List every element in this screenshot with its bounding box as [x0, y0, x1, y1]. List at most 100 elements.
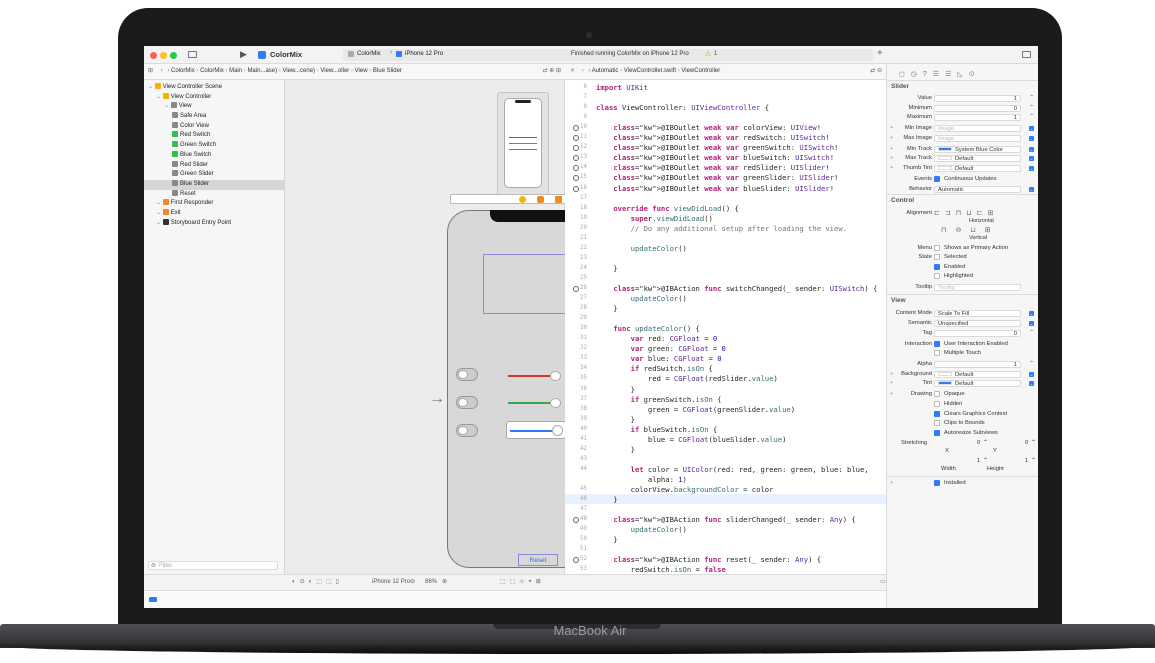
add-library-button[interactable]: + — [877, 48, 883, 59]
popup-field[interactable]: Tooltip — [934, 284, 1021, 292]
popup-arrow-icon[interactable]: ⌄ — [1029, 321, 1034, 326]
disclosure-icon[interactable]: ⌄ — [164, 103, 171, 109]
red-slider[interactable] — [508, 370, 564, 382]
outline-item[interactable]: ⌄ View Controller — [144, 92, 284, 103]
add-variation-icon[interactable]: + — [890, 154, 893, 163]
connection-icon[interactable] — [573, 286, 579, 292]
popup-arrow-icon[interactable]: ⌄ — [1029, 371, 1034, 377]
outline-item[interactable]: Safe Area — [144, 112, 284, 122]
add-variation-icon[interactable]: + — [890, 134, 893, 143]
stepper-icon[interactable]: ⌃ — [1029, 94, 1034, 103]
popup-field[interactable]: Automatic — [934, 185, 1021, 193]
color-popup[interactable]: Default — [934, 380, 1021, 388]
add-variation-icon[interactable]: + — [890, 124, 893, 133]
breadcrumb-item[interactable]: Blue Slider — [373, 68, 402, 74]
vertical-alignment-icons[interactable]: ⊓⊖⊔⊞ — [941, 226, 1000, 234]
checkbox[interactable] — [934, 410, 940, 417]
connection-icon[interactable] — [573, 125, 579, 132]
outline-item[interactable]: ⌄ View Controller Scene — [144, 83, 284, 93]
checkbox[interactable] — [934, 401, 940, 407]
stepper-icon[interactable]: ⌃ — [1029, 329, 1034, 338]
zoom-out-icon[interactable]: ⊖ — [410, 578, 415, 585]
blue-slider[interactable] — [506, 421, 566, 439]
popup-arrow-icon[interactable]: ⌄ — [1029, 186, 1034, 192]
checkbox[interactable] — [934, 254, 940, 261]
outline-item[interactable]: ⌄ First Responder — [144, 199, 284, 209]
number-field[interactable]: 1 — [1025, 458, 1028, 464]
code-breadcrumb-item[interactable]: ViewController.swift — [624, 68, 676, 74]
disclosure-icon[interactable]: ⌄ — [148, 84, 155, 90]
number-field[interactable]: 0 — [1025, 440, 1028, 446]
checkbox[interactable] — [934, 350, 940, 357]
checkbox[interactable] — [934, 244, 940, 251]
destination[interactable]: iPhone 12 Pro — [405, 51, 443, 57]
outline-item[interactable]: Green Slider — [144, 170, 284, 180]
filter-field[interactable]: ⊜ Filter — [148, 561, 278, 570]
minimize-button[interactable] — [160, 52, 167, 59]
popup-arrow-icon[interactable]: ⌄ — [1029, 135, 1034, 141]
connection-icon[interactable] — [573, 517, 579, 524]
connection-icon[interactable] — [573, 185, 579, 192]
breadcrumb-item[interactable]: View...oller — [320, 68, 349, 74]
outline-item[interactable]: ⌄ Exit — [144, 208, 284, 219]
zoom-level[interactable]: 86% — [425, 579, 437, 585]
connection-icon[interactable] — [573, 135, 579, 142]
color-popup[interactable]: System Blue Color — [934, 145, 1021, 153]
stepper-icon[interactable]: ⌃ — [1031, 458, 1036, 464]
disclosure-icon[interactable]: ⌄ — [156, 200, 163, 206]
color-popup[interactable]: Default — [934, 370, 1021, 378]
checkbox[interactable] — [934, 420, 940, 427]
stepper-icon[interactable]: ⌃ — [1029, 104, 1034, 113]
sidebar-toggle-icon[interactable] — [188, 51, 197, 58]
code-editor[interactable]: 6 import UIKit 7 8 class ViewController: UIV… — [565, 80, 886, 590]
popup-field[interactable]: Image — [934, 134, 1021, 142]
outline-item[interactable]: Blue Switch — [144, 150, 284, 161]
breadcrumb-item[interactable]: View — [355, 68, 368, 74]
stepper-icon[interactable]: ⌃ — [1029, 360, 1034, 369]
close-button[interactable] — [150, 52, 157, 59]
add-variation-icon[interactable]: + — [890, 370, 893, 379]
editor-options-icon[interactable]: ⇄ ⊕ ⊞ — [543, 64, 561, 79]
add-variation-icon[interactable]: + — [890, 379, 893, 388]
add-variation-icon[interactable]: + — [890, 145, 893, 154]
outline-item[interactable]: Red Slider — [144, 160, 284, 171]
grid-icon[interactable]: ⊞ — [148, 68, 153, 74]
warning-icon[interactable]: ⚠ — [705, 50, 711, 58]
checkbox[interactable] — [934, 429, 940, 436]
inspector-tabs-icons[interactable]: ◻◷?☰☰◺⊙ — [899, 70, 981, 78]
disclosure-icon[interactable]: ⌄ — [156, 210, 163, 216]
layout-tools-icons[interactable]: ⬚⬚⊹⌖⊞ — [500, 578, 545, 586]
connection-icon[interactable] — [573, 145, 579, 152]
breakpoint-toggle-icon[interactable] — [149, 597, 157, 602]
number-field[interactable]: 1 — [977, 458, 980, 464]
first-responder-icon[interactable] — [537, 196, 544, 203]
popup-arrow-icon[interactable]: ⌄ — [1029, 146, 1034, 152]
minimap[interactable] — [497, 92, 549, 200]
popup-arrow-icon[interactable]: ⌄ — [1029, 381, 1034, 387]
popup-arrow-icon[interactable]: ⌄ — [1029, 156, 1034, 162]
exit-icon[interactable] — [555, 196, 562, 203]
device-name[interactable]: iPhone 12 Pro — [372, 579, 410, 585]
popup-arrow-icon[interactable]: ⌄ — [1029, 311, 1034, 317]
forward-icon[interactable]: › — [167, 68, 169, 74]
checkbox[interactable] — [934, 273, 940, 280]
popup-arrow-icon[interactable]: ⌄ — [1029, 166, 1034, 171]
reset-button[interactable]: Reset — [518, 554, 558, 566]
forward-icon[interactable]: › — [588, 68, 590, 74]
scheme-name[interactable]: ColorMix — [357, 51, 381, 57]
code-breadcrumb-item[interactable]: ViewController — [681, 68, 720, 74]
popup-field[interactable]: Image — [934, 125, 1021, 133]
back-icon[interactable]: ‹ — [582, 68, 584, 74]
outline-item[interactable]: Reset — [144, 189, 284, 200]
checkbox[interactable] — [934, 263, 940, 270]
blue-switch[interactable] — [456, 424, 478, 437]
breadcrumb-item[interactable]: ColorMix — [200, 68, 224, 74]
outline-item[interactable]: Green Switch — [144, 141, 284, 151]
red-switch[interactable] — [456, 368, 478, 381]
code-breadcrumb-item[interactable]: Automatic — [592, 68, 619, 74]
add-variation-icon[interactable]: + — [890, 390, 893, 399]
connection-icon[interactable] — [573, 155, 579, 162]
color-popup[interactable]: Default — [934, 165, 1021, 172]
breadcrumb-item[interactable]: Main — [229, 68, 242, 74]
outline-item[interactable]: ⌄ Storyboard Entry Point — [144, 218, 284, 229]
